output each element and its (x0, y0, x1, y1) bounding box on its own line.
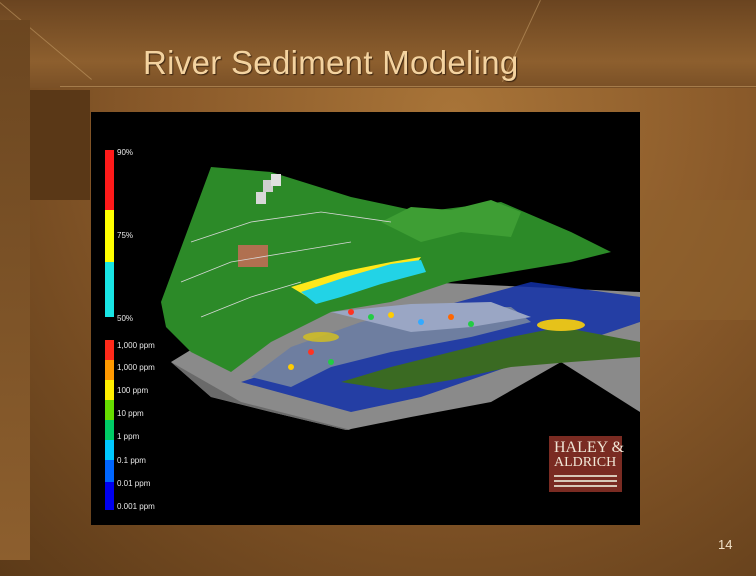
logo-line2: ALDRICH (554, 455, 617, 470)
right-block (640, 200, 756, 320)
concentration-label: 0.01 ppm (117, 479, 151, 488)
concentration-label: 0.001 ppm (117, 502, 155, 511)
concentration-label: 0.1 ppm (117, 456, 146, 465)
logo-stripe (554, 480, 617, 482)
left-edge (0, 20, 30, 560)
divider-line (60, 86, 756, 87)
company-logo: HALEY & ALDRICH (549, 436, 625, 492)
left-block (0, 90, 90, 200)
logo-stripe (554, 485, 617, 487)
percent-label: 50% (117, 314, 133, 323)
concentration-label: 1,000 ppm (117, 341, 155, 350)
logo-line1: HALEY & (554, 439, 625, 456)
concentration-label: 1,000 ppm (117, 363, 155, 372)
percent-label: 90% (117, 148, 133, 157)
slide-title: River Sediment Modeling (143, 44, 519, 81)
concentration-label: 100 ppm (117, 386, 148, 395)
page-number: 14 (718, 537, 733, 552)
decorative-line (0, 2, 92, 80)
concentration-label: 1 ppm (117, 432, 140, 441)
concentration-label: 10 ppm (117, 409, 144, 418)
percent-label: 75% (117, 231, 133, 240)
logo-stripe (554, 475, 617, 477)
